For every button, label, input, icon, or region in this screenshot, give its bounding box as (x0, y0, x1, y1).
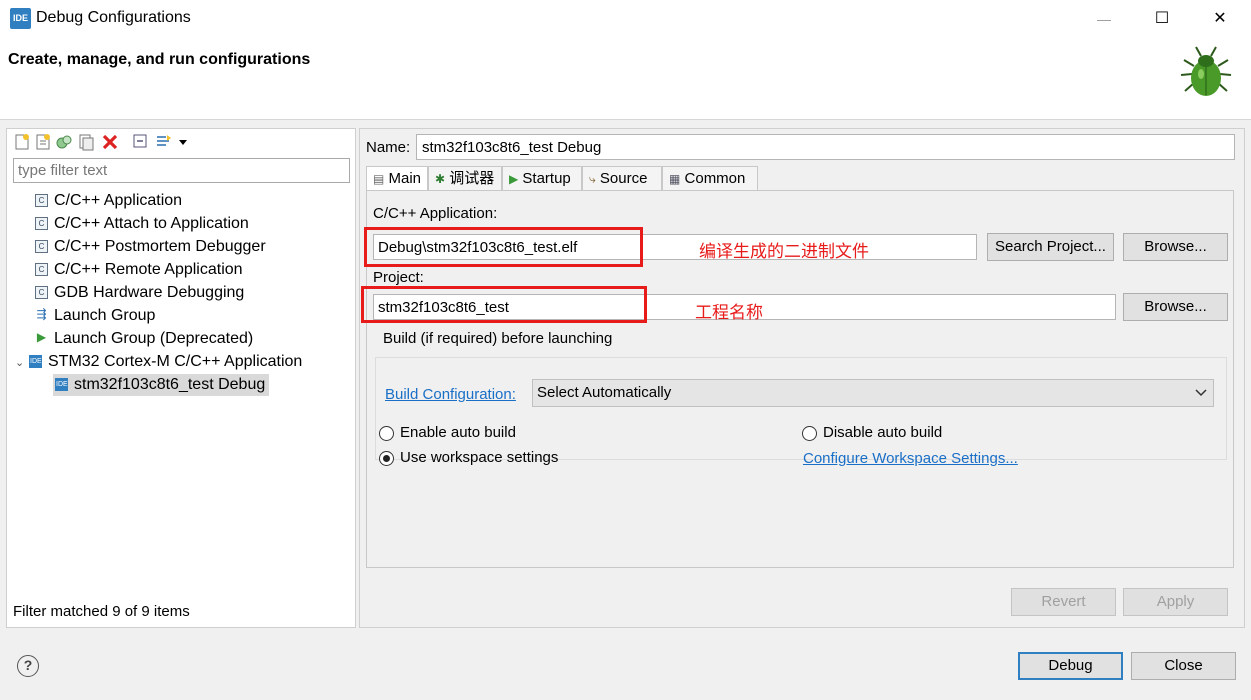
enable-auto-build-radio[interactable]: Enable auto build (379, 424, 516, 441)
highlight-box (361, 286, 647, 323)
configuration-tree-panel: C C/C++ Application C C/C++ Attach to Appl… (6, 128, 356, 628)
tree-item-stm32f103c8t6-test-debug[interactable]: IDE stm32f103c8t6_test Debug (53, 374, 270, 396)
chevron-down-icon (1195, 389, 1207, 397)
filter-icon[interactable] (155, 133, 173, 151)
tab-main[interactable]: ▤ Main (366, 166, 428, 192)
tree-item-label: C/C++ Attach to Application (54, 215, 249, 232)
filter-input[interactable] (13, 158, 350, 183)
highlight-box (364, 227, 643, 267)
tree-item-launch-group-deprecated[interactable]: ▶ Launch Group (Deprecated) (35, 328, 253, 350)
tab-startup[interactable]: ▶ Startup (502, 166, 582, 191)
tab-source[interactable]: ⤷ Source (582, 166, 662, 191)
duplicate-icon[interactable] (55, 133, 73, 151)
minimize-button[interactable]: — (1075, 0, 1133, 38)
ide-icon: IDE (29, 355, 42, 369)
dialog-header: Create, manage, and run configurations (0, 38, 1251, 120)
radio-label: Disable auto build (823, 424, 943, 441)
radio-selected-icon (379, 450, 394, 466)
search-project-button[interactable]: Search Project... (987, 233, 1114, 261)
build-group-label: Build (if required) before launching (381, 330, 615, 347)
ide-app-icon: IDE (10, 8, 31, 29)
tree-item-label: C/C++ Application (54, 192, 183, 209)
tree-item-label: Launch Group (Deprecated) (54, 330, 254, 347)
chevron-down-icon[interactable]: ⌄ (15, 352, 29, 374)
debugger-tab-icon: ✱ (435, 172, 446, 186)
c-app-icon: C (35, 217, 48, 231)
tree-item-c-cpp-remote[interactable]: C C/C++ Remote Application (35, 259, 243, 281)
main-tab-panel: C/C++ Application: 编译生成的二进制文件 Search Pro… (361, 190, 1234, 568)
export-icon[interactable] (77, 133, 95, 151)
debug-button[interactable]: Debug (1018, 652, 1123, 680)
tab-common[interactable]: ▦ Common (662, 166, 758, 191)
build-configuration-link[interactable]: Build Configuration: (385, 386, 516, 403)
c-app-icon: C (35, 240, 48, 254)
tree-item-label: stm32f103c8t6_test Debug (74, 376, 266, 393)
application-label: C/C++ Application: (373, 205, 498, 222)
c-app-icon: C (35, 286, 48, 300)
close-window-button[interactable]: ✕ (1191, 0, 1249, 38)
tree-item-label: Launch Group (54, 307, 156, 324)
startup-tab-icon: ▶ (509, 172, 519, 186)
tree-item-launch-group[interactable]: ⇶ Launch Group (35, 305, 155, 327)
tree-item-stm32-cortex-m[interactable]: ⌄ IDE STM32 Cortex-M C/C++ Application (15, 351, 302, 373)
tree-item-gdb-hardware[interactable]: C GDB Hardware Debugging (35, 282, 244, 304)
tree-item-c-cpp-attach[interactable]: C C/C++ Attach to Application (35, 213, 249, 235)
tree-item-label: STM32 Cortex-M C/C++ Application (48, 353, 303, 370)
tab-debugger[interactable]: ✱ 调试器 (428, 166, 502, 191)
tab-label: 调试器 (449, 170, 495, 187)
build-group (375, 357, 1227, 460)
launch-group-icon: ⇶ (36, 307, 47, 322)
tree-item-label: C/C++ Postmortem Debugger (54, 238, 266, 255)
run-icon: ▶ (36, 330, 47, 345)
delete-icon[interactable] (101, 133, 119, 151)
source-tab-icon: ⤷ (589, 172, 596, 186)
project-annotation: 工程名称 (695, 303, 763, 322)
configuration-editor-panel: Name: ▤ Main ✱ 调试器 ▶ Startup ⤷ Source ▦ … (359, 128, 1245, 628)
bug-icon (1180, 46, 1232, 96)
help-icon[interactable]: ? (17, 655, 39, 677)
main-tab-icon: ▤ (373, 172, 385, 186)
radio-icon (379, 425, 394, 441)
ide-icon: IDE (55, 378, 68, 392)
radio-label: Use workspace settings (400, 449, 559, 466)
build-configuration-select[interactable]: Select Automatically (532, 379, 1214, 407)
apply-button[interactable]: Apply (1123, 588, 1228, 616)
tree-item-label: C/C++ Remote Application (54, 261, 243, 278)
c-app-icon: C (35, 263, 48, 277)
tab-label: Main (388, 170, 422, 187)
tree-item-c-cpp-postmortem[interactable]: C C/C++ Postmortem Debugger (35, 236, 266, 258)
window-title: Debug Configurations (36, 9, 191, 26)
browse-application-button[interactable]: Browse... (1123, 233, 1228, 261)
radio-label: Enable auto build (400, 424, 516, 441)
browse-project-button[interactable]: Browse... (1123, 293, 1228, 321)
tree-item-c-cpp-application[interactable]: C C/C++ Application (35, 190, 182, 212)
tree-item-label: GDB Hardware Debugging (54, 284, 245, 301)
project-label: Project: (373, 269, 424, 286)
application-annotation: 编译生成的二进制文件 (699, 242, 869, 261)
disable-auto-build-radio[interactable]: Disable auto build (802, 424, 942, 441)
title-bar: IDE Debug Configurations — ☐ ✕ (0, 0, 1251, 38)
use-workspace-settings-radio[interactable]: Use workspace settings (379, 449, 558, 466)
new-prototype-icon[interactable] (34, 133, 52, 151)
common-tab-icon: ▦ (669, 172, 681, 186)
name-field[interactable] (416, 134, 1235, 160)
select-value: Select Automatically (537, 384, 672, 401)
collapse-all-icon[interactable] (132, 133, 150, 151)
filter-status: Filter matched 9 of 9 items (13, 603, 190, 620)
dropdown-arrow-icon[interactable] (177, 133, 189, 151)
tab-label: Source (599, 170, 648, 187)
maximize-button[interactable]: ☐ (1133, 0, 1191, 38)
radio-icon (802, 425, 817, 441)
revert-button[interactable]: Revert (1011, 588, 1116, 616)
tab-label: Startup (522, 170, 571, 187)
new-config-icon[interactable] (13, 133, 31, 151)
close-button[interactable]: Close (1131, 652, 1236, 680)
header-title: Create, manage, and run configurations (8, 51, 311, 68)
configure-workspace-settings-link[interactable]: Configure Workspace Settings... (803, 450, 1018, 467)
tab-label: Common (684, 170, 746, 187)
c-app-icon: C (35, 194, 48, 208)
name-label: Name: (366, 139, 411, 156)
